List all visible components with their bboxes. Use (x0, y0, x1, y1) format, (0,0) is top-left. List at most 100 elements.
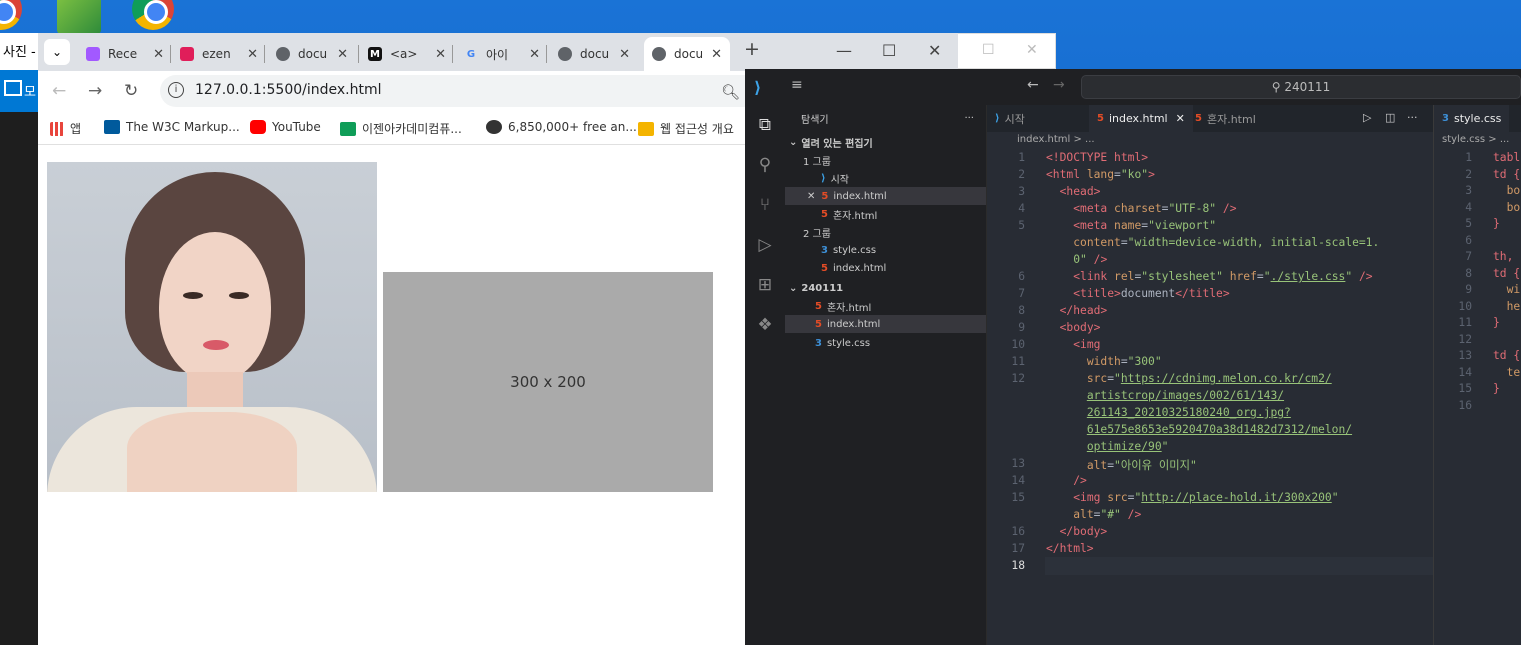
source-control-icon[interactable]: ⑂ (755, 195, 775, 215)
open-editors-header[interactable]: ⌄ 열려 있는 편집기 (785, 133, 986, 151)
free-icon (486, 120, 502, 134)
line-number: 15 (1458, 382, 1472, 395)
open-index-2[interactable]: 5 index.html (785, 259, 986, 277)
app-desktop-icon[interactable] (57, 0, 101, 34)
tab-6-active[interactable]: docu ✕ (644, 37, 730, 71)
code-line: he (1493, 299, 1521, 313)
close-window-icon[interactable]: ✕ (928, 41, 941, 60)
command-search[interactable]: ⚲ 240111 (1081, 75, 1521, 99)
vscode-icon: ⟩ (821, 172, 826, 184)
minimize-icon[interactable]: — (836, 41, 852, 60)
split-tab-style[interactable]: 3 style.css (1434, 105, 1510, 132)
html-icon: 5 (1195, 113, 1202, 124)
file-index[interactable]: 5 index.html (785, 315, 986, 333)
bookmark-web-access[interactable]: 웹 접근성 개요 (638, 120, 734, 137)
css-icon: 3 (1442, 113, 1449, 124)
vscode-logo-icon: ⟩ (754, 78, 762, 97)
close-icon[interactable]: ✕ (1176, 112, 1185, 125)
extensions-icon[interactable]: ⊞ (755, 275, 775, 295)
bookmark-free[interactable]: 6,850,000+ free an... (486, 120, 637, 134)
menu-icon[interactable]: ≡ (791, 77, 803, 93)
editor-tab-index[interactable]: 5 index.html ✕ (1089, 105, 1193, 132)
search-icon: ⚲ (1271, 80, 1285, 94)
group-2: 2 그룹 (803, 228, 831, 240)
face (159, 232, 271, 382)
run-icon[interactable]: ▷ (1363, 111, 1371, 124)
tab-search-button[interactable]: ⌄ (44, 39, 70, 65)
ezen-icon (340, 121, 356, 136)
html-icon: 5 (821, 208, 828, 220)
tab-3[interactable]: M <a> ✕ (368, 37, 446, 71)
split-breadcrumb[interactable]: style.css > ... (1434, 132, 1521, 150)
editor-tab-start[interactable]: ⟩ 시작 (987, 105, 1033, 132)
close-icon[interactable]: ✕ (337, 47, 348, 62)
photos-title: 사진 - (0, 33, 40, 70)
m-icon: M (368, 47, 382, 61)
close-icon[interactable]: ✕ (435, 47, 446, 62)
tab-4[interactable]: G 아이 ✕ (464, 37, 540, 71)
line-number: 8 (1465, 266, 1472, 280)
tab-separator (452, 45, 453, 63)
bookmark-ezen[interactable]: 이젠아카데미컴퓨... (340, 120, 462, 137)
run-debug-icon[interactable]: ▷ (755, 235, 775, 255)
code-line: } (1493, 382, 1500, 395)
bookmark-apps[interactable]: 앱 (50, 120, 81, 137)
eye-left (183, 292, 203, 299)
folder-header[interactable]: ⌄ 240111 (785, 279, 986, 297)
more-icon[interactable]: ··· (1407, 111, 1418, 124)
code-line: th, (1493, 250, 1514, 263)
editor-tab-honja[interactable]: 5 혼자.html (1187, 105, 1264, 132)
group-1: 1 그룹 (803, 156, 831, 168)
close-icon[interactable]: ✕ (711, 47, 722, 62)
open-start[interactable]: ⟩ 시작 (785, 169, 986, 187)
breadcrumb[interactable]: index.html > ... (987, 132, 1433, 150)
close-icon[interactable]: ✕ (1026, 42, 1038, 58)
code-line: td { (1493, 266, 1521, 280)
open-index[interactable]: ✕ 5 index.html (785, 187, 986, 205)
forward-icon[interactable]: → (1053, 77, 1065, 93)
tab-1[interactable]: ezen ✕ (180, 37, 258, 71)
close-icon[interactable]: ✕ (529, 47, 540, 62)
zoom-icon[interactable]: 🔍︎ (721, 83, 740, 101)
line-number: 1 (1465, 151, 1472, 164)
apps-grid-icon (50, 121, 64, 136)
reload-icon[interactable]: ↻ (124, 81, 138, 101)
explorer-icon[interactable]: ⧉ (755, 115, 775, 135)
back-icon[interactable]: ← (1027, 77, 1039, 93)
vscode-titlebar: ⟩ ≡ ← → ⚲ 240111 (745, 69, 1521, 105)
w3c-icon (104, 120, 120, 134)
file-style[interactable]: 3 style.css (785, 334, 986, 352)
close-icon[interactable]: ✕ (619, 47, 630, 62)
tab-2[interactable]: docu ✕ (276, 37, 348, 71)
open-style[interactable]: 3 style.css (785, 241, 986, 259)
globe-icon (276, 47, 290, 61)
background-window: ☐ ✕ (955, 33, 1056, 69)
figma-icon[interactable]: ❖ (755, 315, 775, 335)
bookmark-w3c[interactable]: The W3C Markup... (104, 120, 240, 134)
new-tab-icon[interactable]: + (744, 38, 760, 60)
tab-0[interactable]: Rece ✕ (86, 37, 164, 71)
forward-icon[interactable]: → (88, 81, 102, 101)
minimize-icon[interactable]: ☐ (982, 42, 995, 58)
more-icon[interactable]: ··· (964, 113, 974, 124)
file-honja[interactable]: 5 혼자.html (785, 297, 986, 315)
tab-5[interactable]: docu ✕ (558, 37, 630, 71)
split-editor-icon[interactable]: ◫ (1385, 111, 1395, 124)
current-line (1045, 557, 1433, 575)
back-icon[interactable]: ← (52, 81, 66, 101)
close-icon[interactable]: ✕ (807, 191, 815, 202)
search-icon[interactable]: ⚲ (755, 155, 775, 175)
code-line: te (1493, 365, 1521, 379)
address-bar[interactable]: i 127.0.0.1:5500/index.html 🔍︎ (160, 75, 760, 107)
line-number: 4 (1465, 200, 1472, 214)
globe-icon (652, 47, 666, 61)
photos-app-window: 사진 - 모 (0, 33, 40, 645)
open-honja[interactable]: 5 혼자.html (785, 205, 986, 223)
html-icon: 5 (815, 318, 822, 330)
info-icon[interactable]: i (168, 82, 184, 98)
bookmark-youtube[interactable]: YouTube (250, 120, 321, 134)
photos-bar: 모 (0, 70, 40, 112)
close-icon[interactable]: ✕ (153, 47, 164, 62)
close-icon[interactable]: ✕ (247, 47, 258, 62)
maximize-icon[interactable]: ☐ (882, 41, 896, 60)
